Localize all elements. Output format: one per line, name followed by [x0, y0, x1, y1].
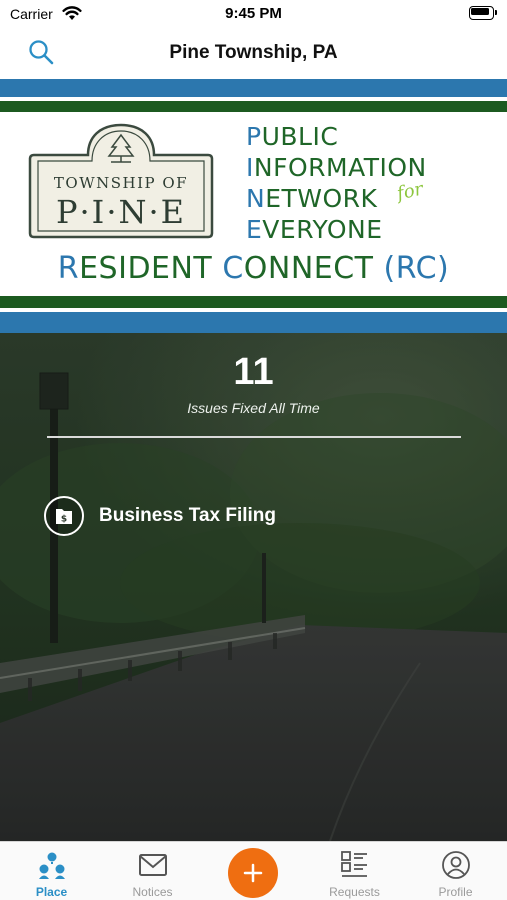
- issues-fixed-count: 11: [233, 351, 274, 393]
- hero-section: 11 Issues Fixed All Time $ Business Tax …: [0, 333, 507, 841]
- money-folder-icon: $: [44, 496, 84, 536]
- tab-requests[interactable]: Requests: [304, 842, 405, 900]
- tab-label: Place: [35, 885, 68, 899]
- acronym-rest: NFORMATION: [253, 153, 427, 182]
- add-request-button[interactable]: [228, 848, 278, 898]
- tab-profile[interactable]: Profile: [405, 842, 506, 900]
- title-abbrev: (RC): [383, 251, 450, 286]
- logo-line-2: P·I·N·E: [55, 193, 187, 231]
- quick-link-label: Business Tax Filing: [99, 505, 277, 526]
- title-rest: ONNECT: [243, 251, 384, 286]
- issues-fixed-label: Issues Fixed All Time: [187, 400, 320, 416]
- acronym-initial: P: [246, 122, 262, 151]
- acronym-rest: VERYONE: [262, 215, 383, 244]
- business-tax-filing-link[interactable]: $ Business Tax Filing: [44, 496, 344, 536]
- envelope-icon: [139, 854, 167, 876]
- title-initial: R: [57, 251, 80, 286]
- acronym-line: INFORMATION: [246, 152, 476, 183]
- status-bar: Carrier 9:45 PM: [0, 0, 507, 28]
- tab-place[interactable]: Place: [1, 842, 102, 900]
- tab-bar: Place Notices Requests Profile: [0, 841, 507, 900]
- township-banner: TOWNSHIP OF P·I·N·E PUBLIC INFORMATION N…: [0, 79, 507, 333]
- banner-stripe: [0, 101, 507, 112]
- title-initial: C: [222, 251, 244, 286]
- acronym-initial: E: [246, 215, 263, 244]
- acronym-initial: N: [246, 184, 266, 213]
- tab-label: Requests: [329, 885, 380, 899]
- tab-notices[interactable]: Notices: [102, 842, 203, 900]
- banner-stripe: [0, 312, 507, 333]
- profile-icon: [442, 851, 470, 879]
- title-rest: ESIDENT: [79, 251, 223, 286]
- logo-line-1: TOWNSHIP OF: [53, 174, 189, 192]
- acronym-line: EVERYONE: [246, 214, 476, 245]
- nav-bar: Pine Township, PA: [0, 28, 507, 78]
- status-time: 9:45 PM: [225, 5, 282, 22]
- acronym-line: NETWORK: [246, 183, 476, 214]
- place-icon: [39, 852, 65, 879]
- plus-icon: [243, 863, 263, 883]
- banner-stripe: [0, 296, 507, 308]
- acronym-initial: I: [246, 153, 254, 182]
- list-icon: [341, 851, 367, 877]
- svg-text:$: $: [61, 515, 67, 525]
- township-logo: TOWNSHIP OF P·I·N·E: [26, 123, 216, 241]
- page-title: Pine Township, PA: [169, 42, 338, 63]
- resident-connect-title: RESIDENT CONNECT (RC): [0, 251, 507, 286]
- tab-label: Notices: [132, 885, 173, 899]
- tab-label: Profile: [438, 885, 473, 899]
- acronym-rest: ETWORK: [265, 184, 378, 213]
- acronym-line: PUBLIC: [246, 121, 476, 152]
- battery-icon: [469, 6, 497, 20]
- banner-stripe: [0, 79, 507, 97]
- divider: [47, 436, 461, 438]
- acronym-rest: UBLIC: [261, 122, 339, 151]
- pine-acronym: PUBLIC INFORMATION NETWORK EVERYONE: [246, 121, 476, 245]
